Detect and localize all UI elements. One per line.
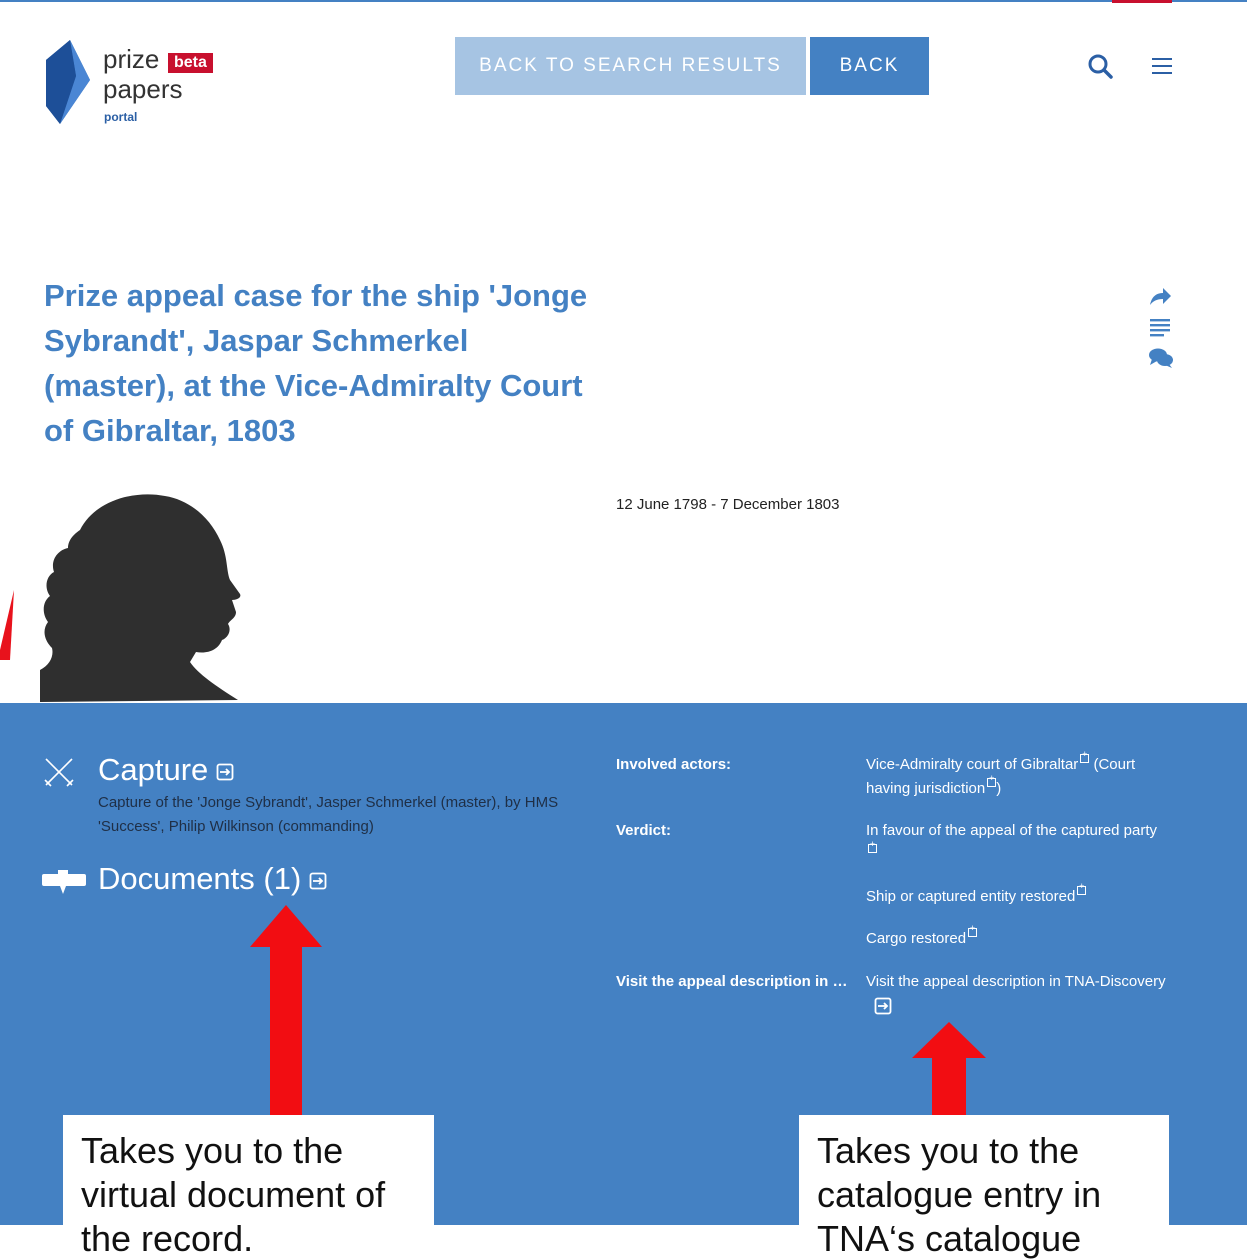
portrait-silhouette-image [40, 494, 241, 702]
record-date-range: 12 June 1798 - 7 December 1803 [616, 496, 840, 513]
capture-description: Capture of the 'Jonge Sybrandt', Jasper … [98, 794, 559, 835]
annotation-note-documents: Takes you to the virtual document of the… [63, 1115, 434, 1260]
annotation-arrow-fragment [0, 590, 14, 660]
annotation-note-tna: Takes you to the catalogue entry in TNA‘… [799, 1115, 1169, 1260]
hamburger-menu-icon[interactable] [1152, 57, 1172, 75]
visit-appeal-text[interactable]: Visit the appeal description in TNA-Disc… [866, 973, 1166, 990]
verdict-label: Verdict: [616, 822, 672, 839]
verdict-item-2: Ship or captured entity restored [866, 882, 1166, 909]
logo-mark-icon [46, 40, 90, 124]
share-icon[interactable] [1148, 285, 1172, 307]
site-logo[interactable]: prize beta papers portal [42, 40, 242, 130]
visit-appeal-link[interactable]: Visit the appeal description in TNA-Disc… [866, 970, 1166, 1018]
involved-actors-label: Involved actors: [616, 756, 732, 773]
verdict-text[interactable]: In favour of the appeal of the captured … [866, 822, 1157, 839]
back-to-search-results-button[interactable]: BACK TO SEARCH RESULTS [455, 37, 806, 95]
logo-prize-text: prize [103, 44, 160, 74]
top-border-line [0, 0, 1247, 2]
back-button[interactable]: BACK [810, 37, 929, 95]
page-title: Prize appeal case for the ship 'Jonge Sy… [44, 278, 588, 448]
visit-appeal-label: Visit the appeal description in TNA-Disc… [616, 973, 856, 990]
crossed-swords-icon [44, 758, 74, 787]
comments-icon[interactable] [1148, 347, 1174, 369]
open-link-icon[interactable] [309, 872, 327, 890]
expand-icon[interactable] [868, 840, 877, 853]
capture-title: Capture [98, 752, 209, 787]
documents-scroll-icon [42, 870, 86, 894]
verdict-item-1: In favour of the appeal of the captured … [866, 819, 1166, 867]
record-actions [1148, 285, 1174, 379]
capture-link[interactable]: Capture [98, 752, 234, 788]
annotation-arrow-documents [250, 905, 322, 1130]
documents-title: Documents (1) [98, 861, 302, 896]
logo-beta-badge: beta [168, 53, 213, 73]
expand-icon[interactable] [1077, 882, 1087, 895]
search-icon[interactable] [1087, 53, 1113, 79]
actor-link-court[interactable]: Vice-Admiralty court of Gibraltar [866, 756, 1078, 773]
logo-papers-text: papers [103, 74, 183, 104]
verdict-text[interactable]: Cargo restored [866, 930, 966, 947]
expand-icon[interactable] [968, 924, 978, 937]
logo-portal-text: portal [104, 110, 138, 124]
verdict-item-3: Cargo restored [866, 924, 1166, 951]
top-accent-mark [1112, 0, 1172, 3]
actor-role-close: ) [996, 780, 1002, 797]
list-view-icon[interactable] [1148, 317, 1172, 337]
documents-link[interactable]: Documents (1) [98, 861, 327, 897]
involved-actors-value: Vice-Admiralty court of Gibraltar (Court… [866, 750, 1166, 801]
verdict-text[interactable]: Ship or captured entity restored [866, 888, 1075, 905]
open-link-icon[interactable] [216, 763, 234, 781]
expand-icon[interactable] [987, 774, 997, 787]
expand-icon[interactable] [1080, 750, 1090, 763]
external-link-icon[interactable] [874, 997, 892, 1015]
